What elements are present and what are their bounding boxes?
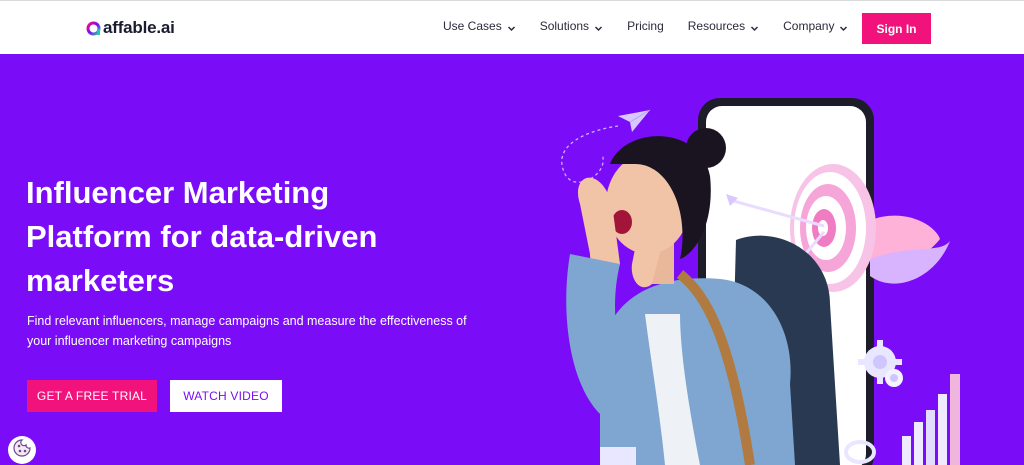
nav-use-cases-label: Use Cases <box>443 19 502 33</box>
nav-company-label: Company <box>783 19 835 33</box>
nav-use-cases[interactable]: Use Cases <box>443 19 516 33</box>
headline-line-3: marketers <box>26 263 175 298</box>
document-icon <box>600 447 636 465</box>
paper-plane-icon <box>618 109 651 132</box>
nav-company[interactable]: Company <box>783 19 848 33</box>
nav-resources-label: Resources <box>687 19 746 33</box>
nav-solutions[interactable]: Solutions <box>540 19 603 33</box>
headline-line-1: Influencer Marketing <box>26 175 330 210</box>
chevron-down-icon <box>594 22 603 31</box>
hero-headline: Influencer Marketing Platform for data-d… <box>26 171 446 303</box>
nav-solutions-label: Solutions <box>539 19 590 33</box>
nav-pricing-label: Pricing <box>627 19 664 33</box>
headline-line-2: Platform for data-driven <box>26 219 378 254</box>
logo-text: affable.ai <box>103 18 175 37</box>
hero-section: Influencer Marketing Platform for data-d… <box>0 54 1024 465</box>
sign-in-button[interactable]: Sign In <box>862 13 931 44</box>
gear-icon <box>885 369 903 387</box>
affable-logo-icon <box>86 21 101 36</box>
free-trial-button[interactable]: GET A FREE TRIAL <box>27 380 157 412</box>
bar-chart-icon <box>902 374 960 465</box>
nav-pricing[interactable]: Pricing <box>627 19 664 33</box>
nav-resources[interactable]: Resources <box>688 19 759 33</box>
chevron-down-icon <box>750 22 759 31</box>
main-nav: Use Cases Solutions Pricing Resources Co… <box>443 19 872 33</box>
site-header: affable.ai Use Cases Solutions Pricing R… <box>0 0 1024 54</box>
dotted-trail <box>561 125 619 183</box>
cookie-icon <box>12 438 32 463</box>
hero-illustration <box>540 54 1024 465</box>
logo[interactable]: affable.ai <box>86 17 175 39</box>
cookie-settings-button[interactable] <box>8 436 36 464</box>
watch-video-button[interactable]: WATCH VIDEO <box>170 380 282 412</box>
chevron-down-icon <box>507 22 516 31</box>
chevron-down-icon <box>839 22 848 31</box>
hero-subtext: Find relevant influencers, manage campai… <box>27 314 467 348</box>
